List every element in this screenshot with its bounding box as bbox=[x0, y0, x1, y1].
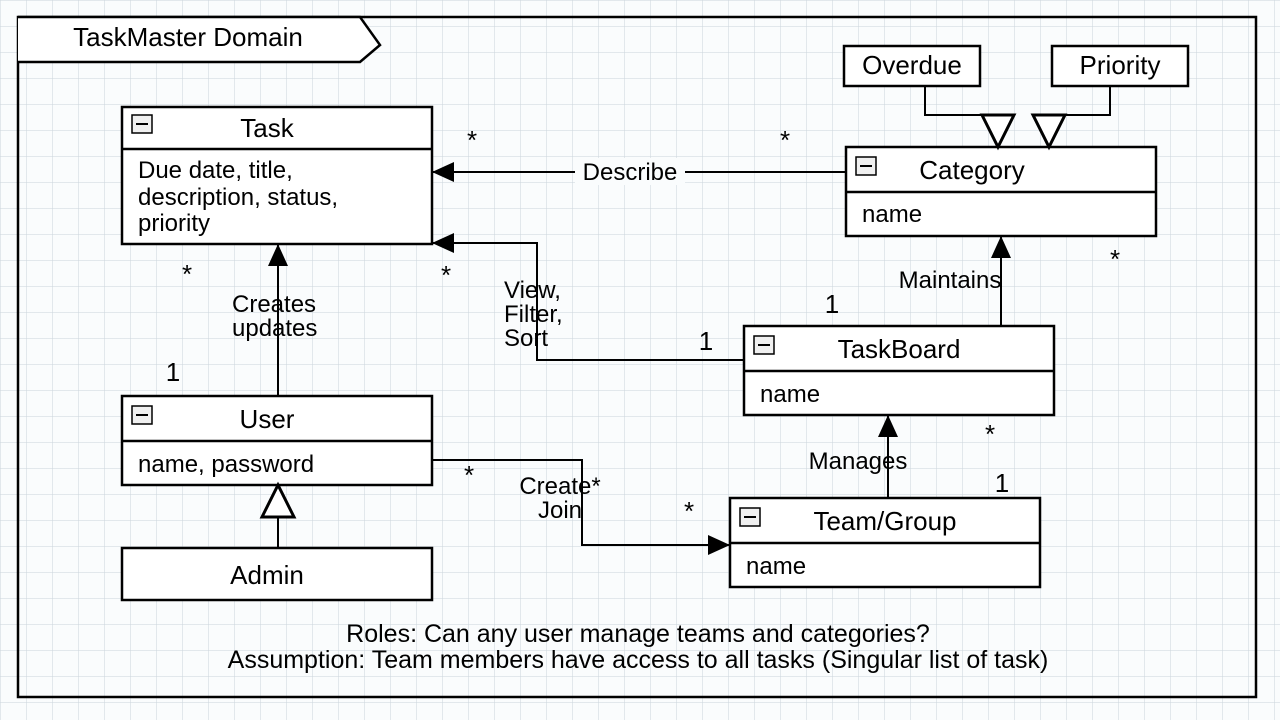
class-user[interactable]: User name, password bbox=[122, 396, 432, 485]
mult-describe-task: * bbox=[467, 125, 477, 155]
svg-text:description, status,: description, status, bbox=[138, 184, 338, 211]
class-category-title: Category bbox=[919, 155, 1025, 185]
class-admin-title: Admin bbox=[230, 560, 304, 590]
mult-vfs-task: * bbox=[441, 260, 451, 290]
class-overdue-title: Overdue bbox=[862, 50, 962, 80]
label-updates: updates bbox=[232, 315, 317, 342]
mult-manages-board: * bbox=[985, 419, 995, 449]
mult-cu-user: 1 bbox=[166, 357, 180, 387]
label-manages: Manages bbox=[809, 448, 908, 475]
label-view: View, bbox=[504, 277, 561, 304]
svg-text:priority: priority bbox=[138, 210, 210, 237]
uml-diagram: TaskMaster Domain Task Due date, title, … bbox=[0, 0, 1280, 720]
svg-text:Due date, title,: Due date, title, bbox=[138, 157, 293, 184]
mult-maintains-board: 1 bbox=[825, 289, 839, 319]
class-category-attrs: name bbox=[862, 201, 922, 228]
class-admin[interactable]: Admin bbox=[122, 548, 432, 600]
mult-manages-team: 1 bbox=[995, 468, 1009, 498]
mult-describe-cat: * bbox=[780, 125, 790, 155]
mult-cj-user: * bbox=[464, 460, 474, 490]
note-roles: Roles: Can any user manage teams and cat… bbox=[346, 620, 930, 648]
class-team[interactable]: Team/Group name bbox=[730, 498, 1040, 587]
mult-maintains-cat: * bbox=[1110, 244, 1120, 274]
label-creates: Creates bbox=[232, 291, 316, 318]
label-join: Join bbox=[538, 497, 582, 524]
package-title: TaskMaster Domain bbox=[73, 22, 303, 52]
gen-priority-category[interactable] bbox=[1049, 86, 1110, 147]
class-user-attrs: name, password bbox=[138, 451, 314, 478]
class-team-title: Team/Group bbox=[813, 506, 956, 536]
label-maintains: Maintains bbox=[899, 267, 1002, 294]
class-taskboard-attrs: name bbox=[760, 381, 820, 408]
label-filter: Filter, bbox=[504, 301, 563, 328]
label-create: Create* bbox=[519, 473, 600, 500]
mult-cu-task: * bbox=[182, 259, 192, 289]
class-task[interactable]: Task Due date, title, description, statu… bbox=[122, 107, 432, 244]
class-priority[interactable]: Priority bbox=[1052, 46, 1188, 86]
class-overdue[interactable]: Overdue bbox=[844, 46, 980, 86]
class-task-title: Task bbox=[240, 113, 294, 143]
mult-cj-team: * bbox=[684, 496, 694, 526]
label-sort: Sort bbox=[504, 325, 548, 352]
label-describe: Describe bbox=[583, 159, 678, 186]
class-priority-title: Priority bbox=[1080, 50, 1161, 80]
class-user-title: User bbox=[240, 404, 295, 434]
mult-vfs-board: 1 bbox=[699, 326, 713, 356]
assoc-view-filter-sort[interactable] bbox=[432, 243, 744, 360]
gen-overdue-category[interactable] bbox=[925, 86, 998, 147]
note-assumption: Assumption: Team members have access to … bbox=[228, 646, 1049, 674]
class-team-attrs: name bbox=[746, 553, 806, 580]
class-taskboard-title: TaskBoard bbox=[838, 334, 961, 364]
class-category[interactable]: Category name bbox=[846, 147, 1156, 236]
class-taskboard[interactable]: TaskBoard name bbox=[744, 326, 1054, 415]
